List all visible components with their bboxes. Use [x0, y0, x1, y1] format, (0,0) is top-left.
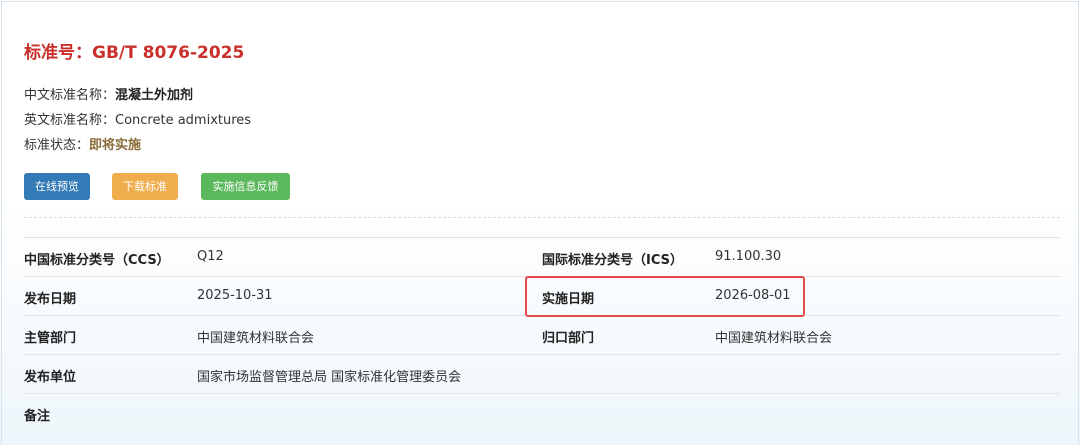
- table-row: 主管部门 中国建筑材料联合会 归口部门 中国建筑材料联合会: [24, 315, 1060, 354]
- standard-number-title: 标准号：GB/T 8076-2025: [24, 43, 245, 63]
- publisher-label: 发布单位: [24, 370, 77, 385]
- competent-dept-label: 主管部门: [24, 331, 77, 346]
- table-row: 中国标准分类号（CCS） Q12 国际标准分类号（ICS） 91.100.30: [24, 237, 1060, 276]
- ccs-value: Q12: [197, 249, 224, 264]
- publish-date-label: 发布日期: [24, 292, 77, 307]
- divider: [24, 217, 1060, 218]
- cn-name-label: 中文标准名称：: [24, 88, 116, 103]
- competent-dept-value: 中国建筑材料联合会: [197, 331, 315, 346]
- remarks-label: 备注: [24, 409, 51, 424]
- centralized-dept-label: 归口部门: [542, 331, 595, 346]
- table-row: 备注: [24, 393, 1060, 436]
- en-name-row: 英文标准名称：Concrete admixtures: [24, 109, 251, 128]
- en-name-value: Concrete admixtures: [115, 113, 252, 128]
- implementation-date-highlight: [525, 276, 805, 317]
- status-row: 标准状态：即将实施: [24, 134, 141, 153]
- publisher-value: 国家市场监督管理总局 国家标准化管理委员会: [197, 370, 462, 385]
- table-row: 发布单位 国家市场监督管理总局 国家标准化管理委员会: [24, 354, 1060, 393]
- cn-name-row: 中文标准名称：混凝土外加剂: [24, 84, 193, 103]
- status-label: 标准状态：: [24, 138, 90, 153]
- ccs-label: 中国标准分类号（CCS）: [24, 253, 170, 268]
- en-name-label: 英文标准名称：: [24, 113, 116, 128]
- feedback-button[interactable]: 实施信息反馈: [201, 173, 290, 200]
- cn-name-value: 混凝土外加剂: [115, 88, 194, 103]
- ics-value: 91.100.30: [715, 249, 782, 264]
- details-table: 中国标准分类号（CCS） Q12 国际标准分类号（ICS） 91.100.30 …: [24, 237, 1060, 436]
- online-preview-button[interactable]: 在线预览: [24, 173, 90, 200]
- status-value: 即将实施: [89, 138, 142, 153]
- download-standard-button[interactable]: 下载标准: [112, 173, 178, 200]
- ics-label: 国际标准分类号（ICS）: [542, 253, 683, 268]
- publish-date-value: 2025-10-31: [197, 288, 273, 303]
- centralized-dept-value: 中国建筑材料联合会: [715, 331, 833, 346]
